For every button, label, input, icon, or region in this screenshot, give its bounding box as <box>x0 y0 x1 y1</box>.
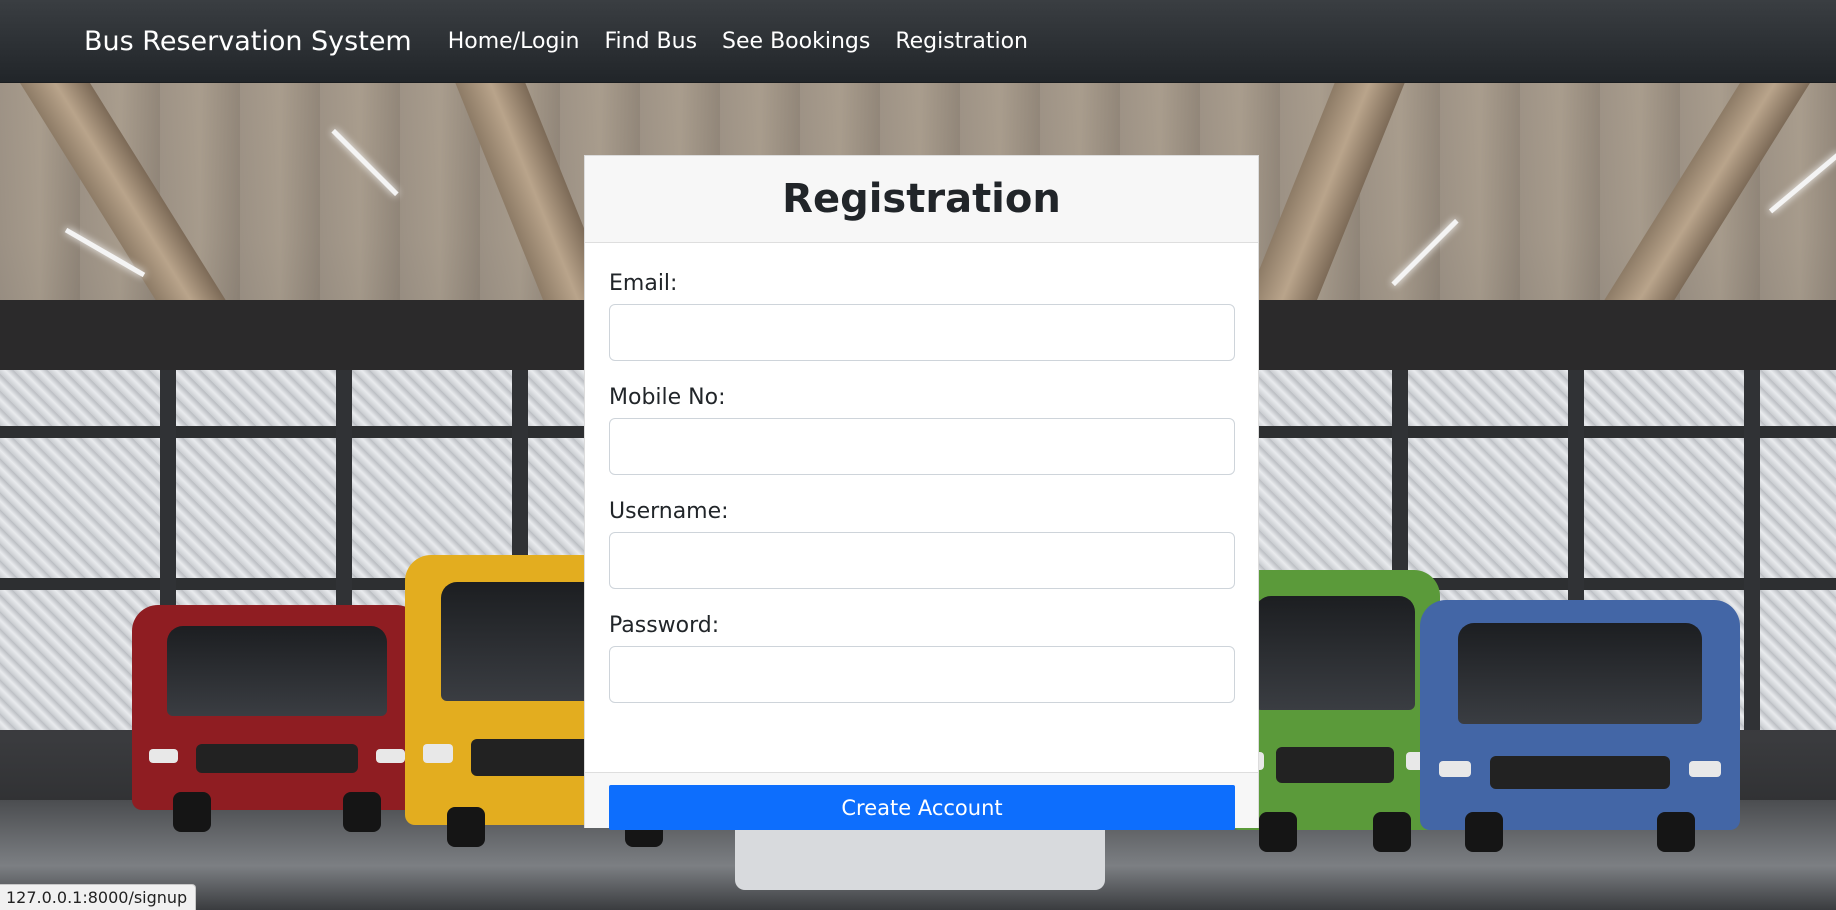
password-field[interactable] <box>609 646 1235 703</box>
email-label: Email: <box>609 271 678 296</box>
mobile-label: Mobile No: <box>609 385 726 410</box>
username-group: Username: <box>609 499 1235 589</box>
email-group: Email: <box>609 271 1235 361</box>
password-label: Password: <box>609 613 720 638</box>
navbar-brand[interactable]: Bus Reservation System <box>84 26 412 57</box>
navbar: Bus Reservation System Home/Login Find B… <box>0 0 1836 83</box>
nav-link-find-bus[interactable]: Find Bus <box>604 29 697 54</box>
nav-link-registration[interactable]: Registration <box>895 29 1028 54</box>
create-account-button[interactable]: Create Account <box>609 785 1235 830</box>
registration-card: Registration Email: Mobile No: Username:… <box>584 155 1259 830</box>
username-label: Username: <box>609 499 729 524</box>
bus-red <box>132 605 422 832</box>
email-field[interactable] <box>609 304 1235 361</box>
bus-green <box>1230 570 1440 852</box>
nav-link-see-bookings[interactable]: See Bookings <box>722 29 870 54</box>
bus-blue <box>1420 600 1740 852</box>
username-field[interactable] <box>609 532 1235 589</box>
mobile-field[interactable] <box>609 418 1235 475</box>
page-title: Registration <box>782 176 1061 222</box>
status-bar-url: 127.0.0.1:8000/signup <box>0 884 197 910</box>
password-group: Password: <box>609 613 1235 703</box>
mobile-group: Mobile No: <box>609 385 1235 475</box>
card-body: Email: Mobile No: Username: Password: <box>585 243 1258 771</box>
card-header: Registration <box>585 156 1258 243</box>
card-footer: Create Account <box>585 772 1258 830</box>
nav-link-home-login[interactable]: Home/Login <box>448 29 580 54</box>
